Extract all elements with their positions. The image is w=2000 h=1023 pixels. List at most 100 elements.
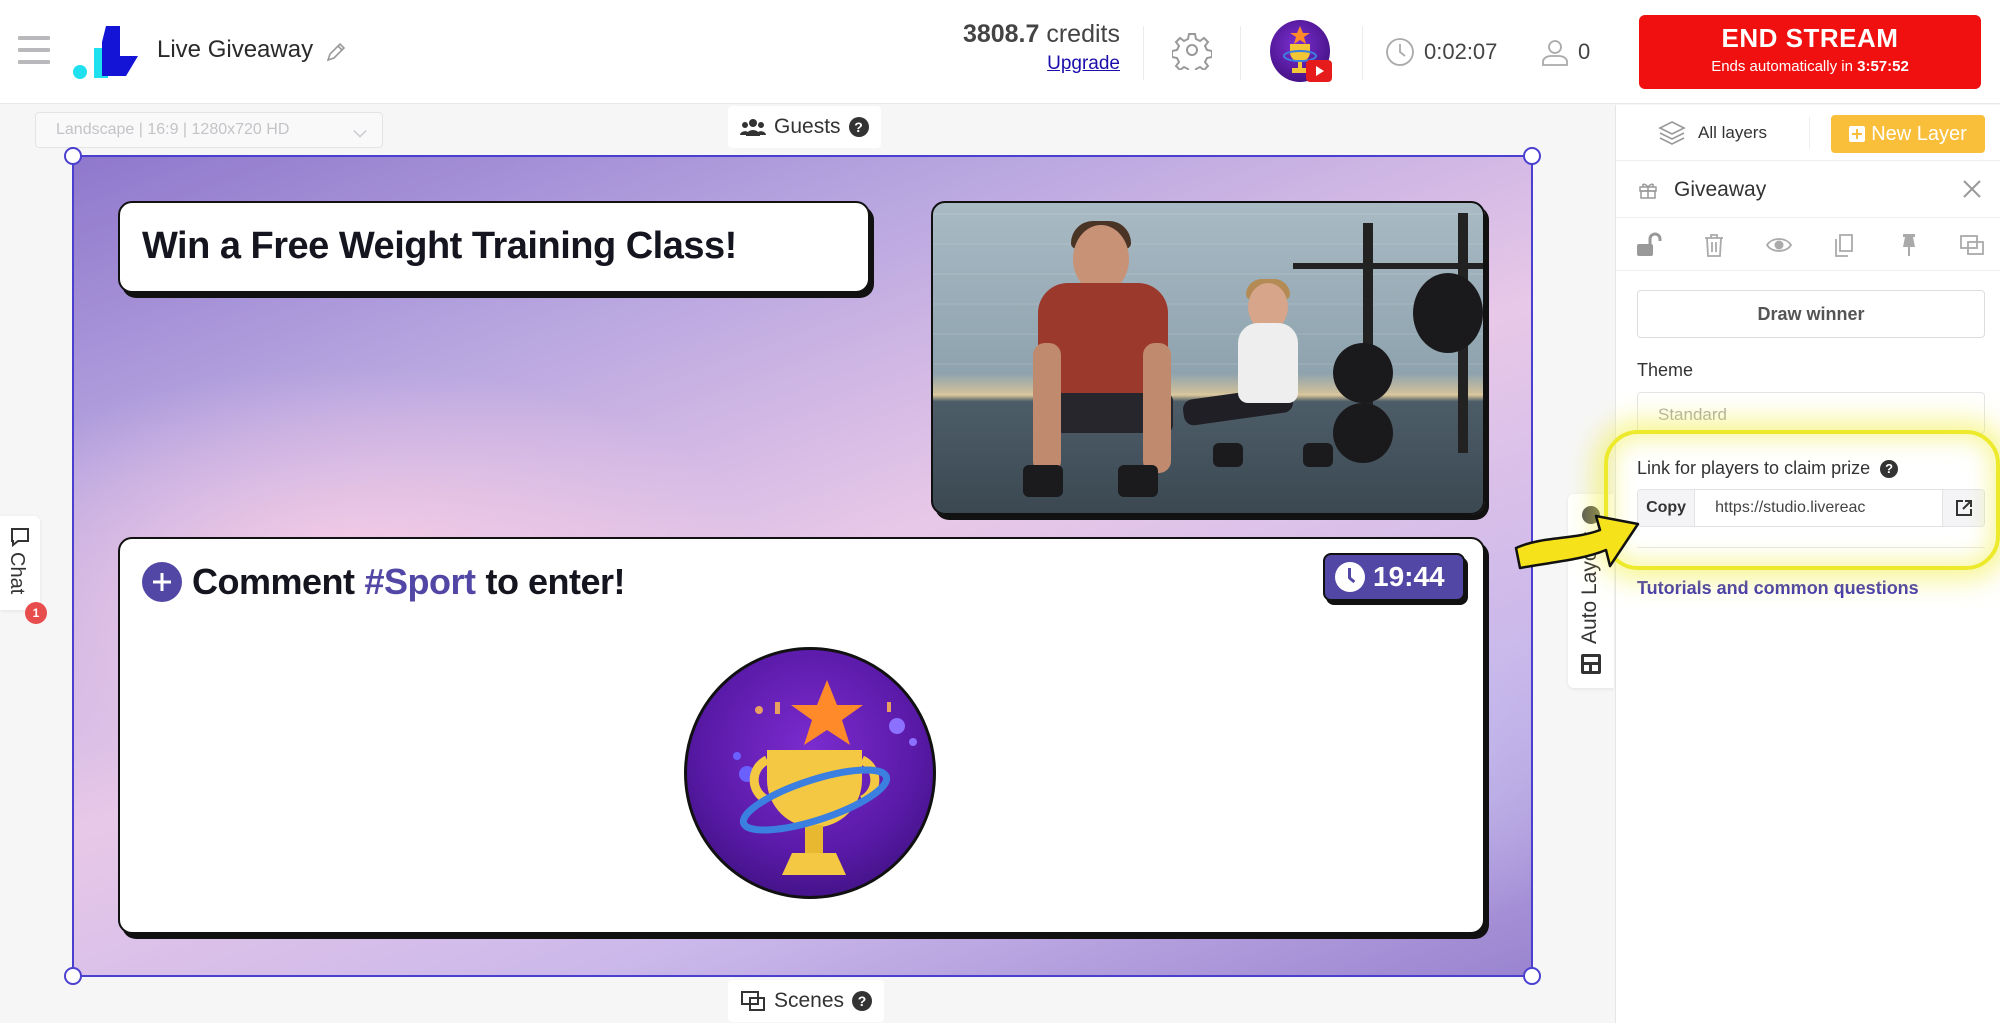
trophy-icon: [733, 680, 917, 875]
claim-link-label-text: Link for players to claim prize: [1637, 458, 1871, 478]
resize-handle-bottom-left[interactable]: [64, 967, 82, 985]
scenes-icon[interactable]: [1959, 232, 1985, 258]
elapsed-time: 0:02:07: [1424, 39, 1498, 64]
guests-label: Guests: [774, 115, 841, 138]
end-stream-countdown-text: Ends automatically in 3:57:52: [1639, 58, 1981, 75]
trophy-image: [684, 647, 936, 899]
entry-instructions: Comment #Sport to enter!: [142, 561, 626, 603]
scenes-button[interactable]: Scenes ?: [728, 980, 885, 1022]
chevron-down-icon: [353, 124, 367, 138]
credits-amount: 3808.7: [962, 20, 1040, 48]
help-icon[interactable]: ?: [852, 991, 873, 1011]
layer-name: Giveaway: [1674, 178, 1767, 201]
help-icon[interactable]: ?: [1880, 459, 1899, 478]
help-icon[interactable]: ?: [848, 117, 869, 137]
tutorials-link[interactable]: Tutorials and common questions: [1637, 578, 1919, 599]
giveaway-title: Win a Free Weight Training Class!: [142, 225, 737, 267]
scenes-label: Scenes: [774, 989, 845, 1012]
layout-select[interactable]: Landscape | 16:9 | 1280x720 HD: [35, 112, 383, 148]
photo-woman: [1238, 323, 1298, 403]
plus-circle-icon: [142, 562, 182, 602]
duplicate-icon[interactable]: [1831, 232, 1857, 258]
layers-icon: [1658, 121, 1686, 145]
timer-value: 19:44: [1373, 561, 1445, 592]
photo-dumbbell: [1023, 465, 1063, 497]
photo-plate: [1413, 273, 1483, 353]
new-layer-label: New Layer: [1871, 122, 1967, 145]
gear-icon[interactable]: [1172, 30, 1212, 70]
divider: [1143, 26, 1144, 80]
giveaway-title-card[interactable]: Win a Free Weight Training Class!: [118, 201, 870, 293]
plus-square-icon: [1849, 126, 1866, 142]
giveaway-timer: 19:44: [1323, 553, 1465, 601]
eye-icon[interactable]: [1766, 232, 1792, 258]
external-link-icon: [1955, 500, 1972, 516]
resize-handle-top-left[interactable]: [64, 147, 82, 165]
claim-link-label: Link for players to claim prize ?: [1637, 458, 1899, 479]
photo-dumbbell: [1303, 443, 1333, 467]
open-link-button[interactable]: [1942, 490, 1984, 526]
users-icon: [740, 119, 766, 136]
comment-suffix: to enter!: [485, 561, 626, 602]
resize-handle-top-right[interactable]: [1523, 147, 1541, 165]
credits-display: 3808.7 credits Upgrade: [958, 20, 1120, 75]
photo-dumbbell: [1118, 465, 1158, 497]
end-stream-label: END STREAM: [1721, 23, 1899, 53]
layout-grid-icon: [1581, 654, 1601, 674]
theme-label: Theme: [1637, 360, 1694, 380]
layer-header: Giveaway: [1616, 162, 2000, 218]
photo-plate: [1333, 343, 1393, 403]
scenes-icon: [741, 991, 765, 1011]
chat-tab[interactable]: Chat: [0, 516, 40, 610]
channel-avatar[interactable]: [1270, 20, 1332, 82]
auto-layout-tab[interactable]: Auto Layout: [1568, 494, 1614, 688]
all-layers-label: All layers: [1698, 123, 1767, 142]
comment-prefix: Comment: [192, 561, 355, 602]
photo-barbell: [1293, 263, 1483, 269]
divider: [1240, 26, 1241, 80]
photo-wall: [933, 203, 1483, 396]
photo-man: [1033, 343, 1061, 473]
layout-select-value: Landscape | 16:9 | 1280x720 HD: [56, 121, 290, 138]
pencil-icon[interactable]: [324, 40, 348, 64]
layer-properties-panel: All layers New Layer Giveaway Draw winne…: [1615, 105, 2000, 1023]
viewer-count: 0: [1578, 39, 1591, 64]
theme-select-value: Standard: [1658, 405, 1727, 424]
resize-handle-bottom-right[interactable]: [1523, 967, 1541, 985]
clock-icon: [1335, 562, 1365, 592]
claim-link-group: Copy: [1637, 489, 1985, 527]
chat-unread-badge: 1: [25, 602, 47, 624]
countdown-prefix: Ends automatically in: [1711, 58, 1853, 75]
countdown-value: 3:57:52: [1857, 58, 1909, 75]
divider: [1637, 547, 1985, 548]
all-layers-button[interactable]: All layers: [1658, 120, 1767, 146]
trash-icon[interactable]: [1701, 232, 1727, 258]
app-logo: [73, 26, 138, 79]
theme-select[interactable]: Standard: [1637, 392, 1985, 434]
draw-winner-button[interactable]: Draw winner: [1637, 290, 1985, 338]
photo-plate: [1333, 403, 1393, 463]
chat-icon: [11, 528, 29, 548]
upgrade-link[interactable]: Upgrade: [958, 53, 1120, 75]
giveaway-entry-card[interactable]: Comment #Sport to enter! 19:44: [118, 537, 1485, 934]
end-stream-button[interactable]: END STREAM Ends automatically in 3:57:52: [1639, 15, 1981, 89]
photo-dumbbell: [1213, 443, 1243, 467]
pin-icon[interactable]: [1896, 232, 1922, 258]
divider: [1362, 26, 1363, 80]
user-icon: [1542, 40, 1568, 66]
new-layer-button[interactable]: New Layer: [1831, 115, 1985, 153]
photo-man: [1143, 343, 1171, 473]
gym-photo[interactable]: [931, 201, 1485, 515]
stream-canvas[interactable]: Win a Free Weight Training Class! Commen…: [64, 147, 1541, 985]
chat-label: Chat: [6, 552, 28, 595]
credits-unit: credits: [1046, 20, 1120, 48]
app-title: Live Giveaway: [157, 36, 314, 63]
unlock-icon[interactable]: [1636, 232, 1662, 258]
gift-icon: [1639, 183, 1657, 199]
copy-link-button[interactable]: Copy: [1638, 490, 1696, 526]
close-icon[interactable]: [1959, 176, 1985, 202]
guests-button[interactable]: Guests ?: [728, 106, 881, 148]
menu-icon[interactable]: [18, 36, 50, 64]
claim-link-input[interactable]: [1695, 490, 1943, 526]
status-dot-icon: [1582, 506, 1600, 524]
